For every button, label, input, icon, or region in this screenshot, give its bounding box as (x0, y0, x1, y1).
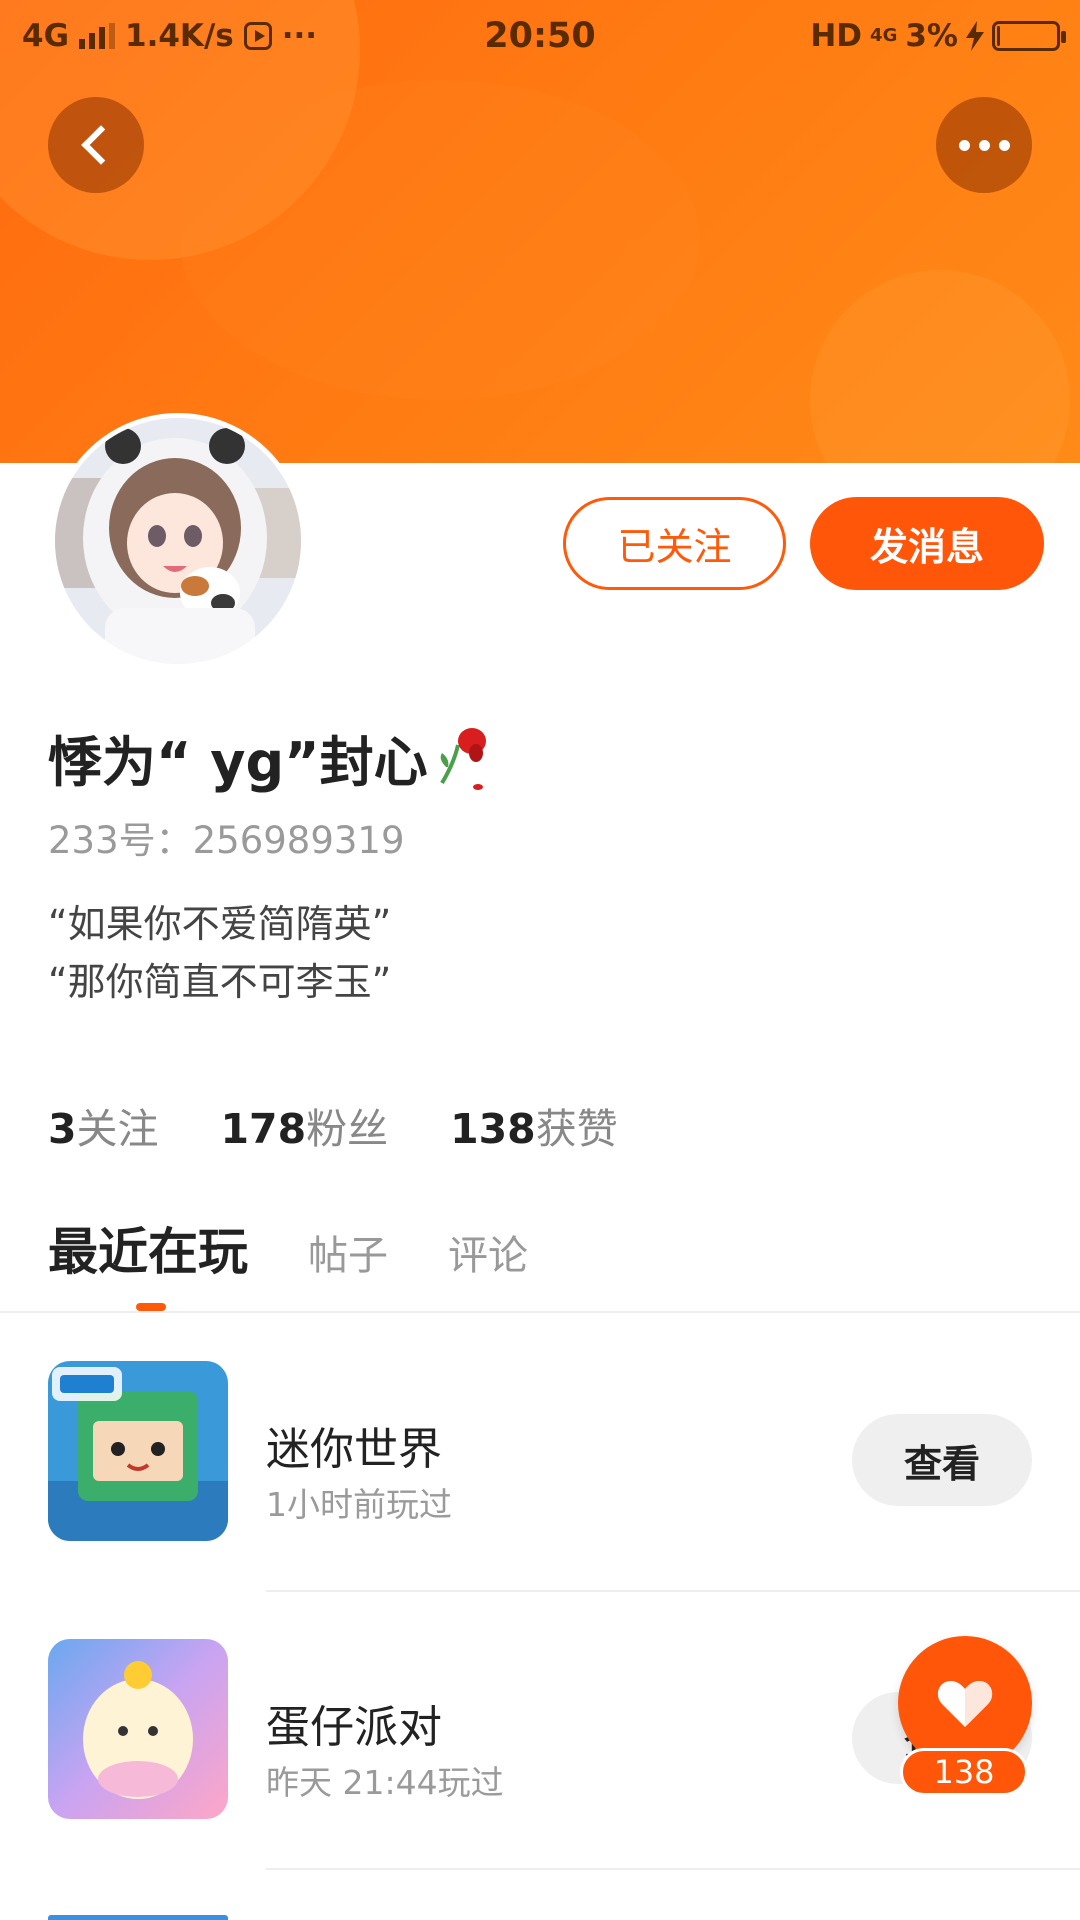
tab-posts[interactable]: 帖子 (308, 1223, 388, 1281)
username-row: 悸为“ yg”封心 (48, 718, 496, 797)
game-icon-eggy-party (48, 1639, 228, 1819)
avatar-image (55, 418, 301, 664)
stat-label: 获赞 (535, 1105, 618, 1153)
send-message-button[interactable]: 发消息 (810, 497, 1044, 590)
followed-button[interactable]: 已关注 (563, 497, 786, 590)
tab-indicator (136, 1303, 166, 1311)
hd-indicator: HD (810, 18, 863, 54)
stat-number: 138 (450, 1105, 536, 1153)
back-button[interactable] (48, 97, 144, 193)
user-id: 233号：256989319 (48, 819, 405, 862)
view-button[interactable]: 查看 (852, 1414, 1032, 1506)
battery-icon (992, 21, 1066, 51)
more-dots-icon (958, 139, 1010, 151)
game-name: 迷你世界 (266, 1424, 442, 1475)
stat-label: 粉丝 (306, 1105, 389, 1153)
like-count: 138 (900, 1748, 1028, 1796)
stat-following[interactable]: 3关注 (48, 1095, 159, 1155)
list-item[interactable]: 迷你世界 1小时前玩过 查看 (0, 1313, 1080, 1591)
heart-icon (937, 1681, 993, 1727)
stat-fans[interactable]: 178粉丝 (221, 1095, 389, 1155)
stat-likes[interactable]: 138获赞 (450, 1095, 618, 1155)
divider (266, 1868, 1080, 1870)
bio-line: “那你简直不可李玉” (48, 960, 392, 1004)
tab-comments[interactable]: 评论 (448, 1223, 528, 1281)
next-game-icon-partial (48, 1915, 228, 1920)
bio-line: “如果你不爱简隋英” (48, 902, 392, 946)
game-icon-mini-world (48, 1361, 228, 1541)
stat-number: 178 (220, 1105, 307, 1153)
net-indicator: 4G (870, 25, 898, 46)
bio: “如果你不爱简隋英” “那你简直不可李玉” (48, 895, 391, 1011)
battery-percent: 3% (905, 18, 958, 54)
avatar[interactable] (50, 413, 306, 669)
username: 悸为“ yg”封心 (48, 731, 428, 794)
wilted-rose-icon (439, 727, 486, 790)
stat-label: 关注 (76, 1105, 159, 1153)
status-bar: 4G 1.4K/s ··· 20:50 HD 4G 3% (0, 0, 1080, 76)
charging-icon (966, 21, 984, 51)
chevron-left-icon (81, 125, 121, 165)
game-played-time: 昨天 21:44玩过 (266, 1763, 504, 1802)
tab-bar: 最近在玩 帖子 评论 (48, 1212, 528, 1284)
more-button[interactable] (936, 97, 1032, 193)
stat-number: 3 (48, 1105, 77, 1153)
game-name: 蛋仔派对 (266, 1702, 442, 1753)
stats-row: 3关注 178粉丝 138获赞 (48, 1095, 618, 1155)
tab-recently-played[interactable]: 最近在玩 (48, 1212, 248, 1284)
game-played-time: 1小时前玩过 (266, 1485, 452, 1524)
